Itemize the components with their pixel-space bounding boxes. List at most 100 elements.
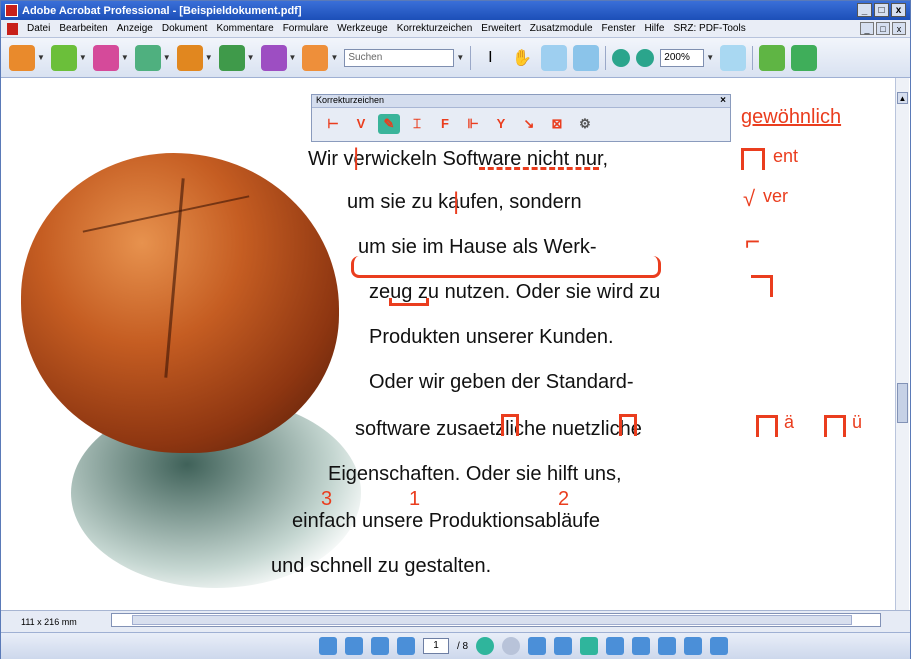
mark-indent-icon[interactable]: ⊩ — [462, 114, 484, 134]
review-icon[interactable] — [134, 44, 161, 71]
link-icon[interactable] — [302, 44, 329, 71]
chevron-down-icon[interactable]: ▼ — [79, 53, 87, 62]
main-toolbar: ▼ ▼ ▼ ▼ ▼ ▼ ▼ ▼ Suchen ▼ I ✋ 200% ▼ — [1, 38, 910, 78]
facing-icon[interactable] — [606, 637, 625, 655]
minimize-button[interactable]: _ — [857, 3, 872, 17]
vertical-scrollbar[interactable]: ▲ — [895, 78, 909, 610]
horizontal-scrollbar[interactable] — [111, 613, 881, 627]
doc-line-7: software zusaetzliche nuetzliche — [355, 418, 642, 440]
menu-plugins[interactable]: Zusatzmodule — [530, 23, 593, 34]
create-pdf-icon[interactable] — [9, 44, 35, 71]
zoom-out-icon[interactable] — [612, 48, 631, 67]
fit-page-icon[interactable] — [554, 637, 573, 655]
go-back-icon[interactable] — [476, 637, 495, 655]
menu-tools[interactable]: Werkzeuge — [337, 23, 387, 34]
continuous-facing-icon[interactable] — [632, 637, 651, 655]
scroll-thumb[interactable] — [897, 383, 908, 423]
horizontal-scroll-thumb[interactable] — [132, 615, 852, 625]
pen-icon[interactable] — [218, 44, 245, 71]
document-view[interactable]: Korrekturzeichen × ⊢ V ✎ ⌶ F ⊩ Y ↘ ⊠ ⚙ W… — [1, 78, 896, 610]
page-number-input[interactable]: 1 — [423, 638, 449, 654]
palette-options-icon[interactable]: ⚙ — [574, 114, 596, 134]
navigation-bar: 1 / 8 — [1, 632, 910, 659]
palette-tools: ⊢ V ✎ ⌶ F ⊩ Y ↘ ⊠ ⚙ — [312, 108, 730, 140]
mark-arrow-icon[interactable]: ↘ — [518, 114, 540, 134]
go-forward-icon[interactable] — [502, 637, 521, 655]
zoom-tool-icon[interactable] — [541, 44, 568, 71]
page-size-label: 111 x 216 mm — [21, 616, 77, 627]
correction-strike-mark: | — [353, 144, 360, 171]
correction-ver: ver — [763, 186, 789, 206]
doc-restore-button[interactable]: □ — [876, 22, 890, 35]
correction-number-3: 3 — [321, 488, 333, 510]
chevron-down-icon[interactable]: ▼ — [205, 53, 213, 62]
scroll-up-icon[interactable]: ▲ — [897, 92, 908, 104]
doc-line-2: um sie zu kaufen, sondern — [347, 191, 582, 213]
mark-format-icon[interactable]: F — [434, 114, 456, 134]
chevron-down-icon[interactable]: ▼ — [121, 53, 129, 62]
zoom-field[interactable]: 200% — [660, 48, 705, 67]
forms-icon[interactable] — [260, 44, 287, 71]
continuous-icon[interactable] — [580, 637, 599, 655]
select-text-icon[interactable]: I — [477, 45, 503, 71]
single-page-icon[interactable] — [528, 637, 547, 655]
doc-line-9: einfach unsere Produktionsabläufe — [292, 510, 600, 532]
doc-close-button[interactable]: x — [892, 22, 906, 35]
next-page-icon[interactable] — [371, 637, 389, 655]
mark-line-icon[interactable]: ⌶ — [406, 114, 428, 134]
hand-icon[interactable]: ✋ — [509, 45, 535, 71]
doc-minimize-button[interactable]: _ — [860, 22, 874, 35]
correction-indent-mark — [751, 275, 773, 297]
pages-panel-icon[interactable] — [759, 44, 786, 71]
close-button[interactable]: x — [891, 3, 906, 17]
menu-view[interactable]: Anzeige — [117, 23, 153, 34]
mark-delete-icon[interactable]: ✎ — [378, 114, 400, 134]
page-total: / 8 — [457, 640, 469, 652]
previous-page-icon[interactable] — [345, 637, 363, 655]
mark-box-icon[interactable]: ⊠ — [546, 114, 568, 134]
menu-forms[interactable]: Formulare — [283, 23, 329, 34]
menu-edit[interactable]: Bearbeiten — [59, 23, 107, 34]
window-title: Adobe Acrobat Professional - [Beispieldo… — [22, 4, 302, 17]
correction-join-curve — [351, 256, 661, 278]
menu-document[interactable]: Dokument — [162, 23, 208, 34]
full-screen-icon[interactable] — [710, 637, 729, 655]
zoom-in-icon[interactable] — [636, 48, 655, 67]
separator — [752, 45, 754, 70]
chevron-down-icon[interactable]: ▼ — [163, 53, 171, 62]
menu-proof-marks[interactable]: Korrekturzeichen — [397, 23, 473, 34]
combine-files-icon[interactable] — [50, 44, 77, 71]
document-icon — [7, 22, 18, 35]
last-page-icon[interactable] — [397, 637, 415, 655]
proof-marks-palette: Korrekturzeichen × ⊢ V ✎ ⌶ F ⊩ Y ↘ ⊠ ⚙ — [311, 94, 731, 142]
lock-icon[interactable] — [176, 44, 203, 71]
mark-caret-icon[interactable]: Y — [490, 114, 512, 134]
menu-pdf-tools[interactable]: SRZ: PDF-Tools — [673, 23, 745, 34]
correction-box-ue — [824, 415, 846, 437]
search-dropdown-icon[interactable]: ▼ — [456, 53, 464, 62]
menu-comments[interactable]: Kommentare — [216, 23, 273, 34]
correction-number-2: 2 — [558, 488, 570, 510]
correction-box-inline-ue — [619, 414, 637, 436]
help-icon[interactable] — [791, 44, 818, 71]
mark-space-icon[interactable]: ⊢ — [322, 114, 344, 134]
actual-size-icon[interactable] — [720, 44, 747, 71]
export-icon[interactable] — [92, 44, 119, 71]
search-input[interactable]: Suchen — [344, 48, 455, 67]
chevron-down-icon[interactable]: ▼ — [289, 53, 297, 62]
zoom-dropdown-icon[interactable]: ▼ — [706, 53, 714, 62]
maximize-button[interactable]: □ — [874, 3, 889, 17]
chevron-down-icon[interactable]: ▼ — [37, 53, 45, 62]
first-page-icon[interactable] — [319, 637, 337, 655]
menu-advanced[interactable]: Erweitert — [481, 23, 520, 34]
chevron-down-icon[interactable]: ▼ — [330, 53, 338, 62]
split-view-icon[interactable] — [658, 637, 677, 655]
chevron-down-icon[interactable]: ▼ — [247, 53, 255, 62]
menu-help[interactable]: Hilfe — [644, 23, 664, 34]
loupe-icon[interactable] — [573, 44, 600, 71]
menu-file[interactable]: Datei — [27, 23, 50, 34]
palette-close-icon[interactable]: × — [720, 95, 726, 106]
rotate-icon[interactable] — [684, 637, 703, 655]
menu-window[interactable]: Fenster — [602, 23, 636, 34]
mark-insert-icon[interactable]: V — [350, 114, 372, 134]
